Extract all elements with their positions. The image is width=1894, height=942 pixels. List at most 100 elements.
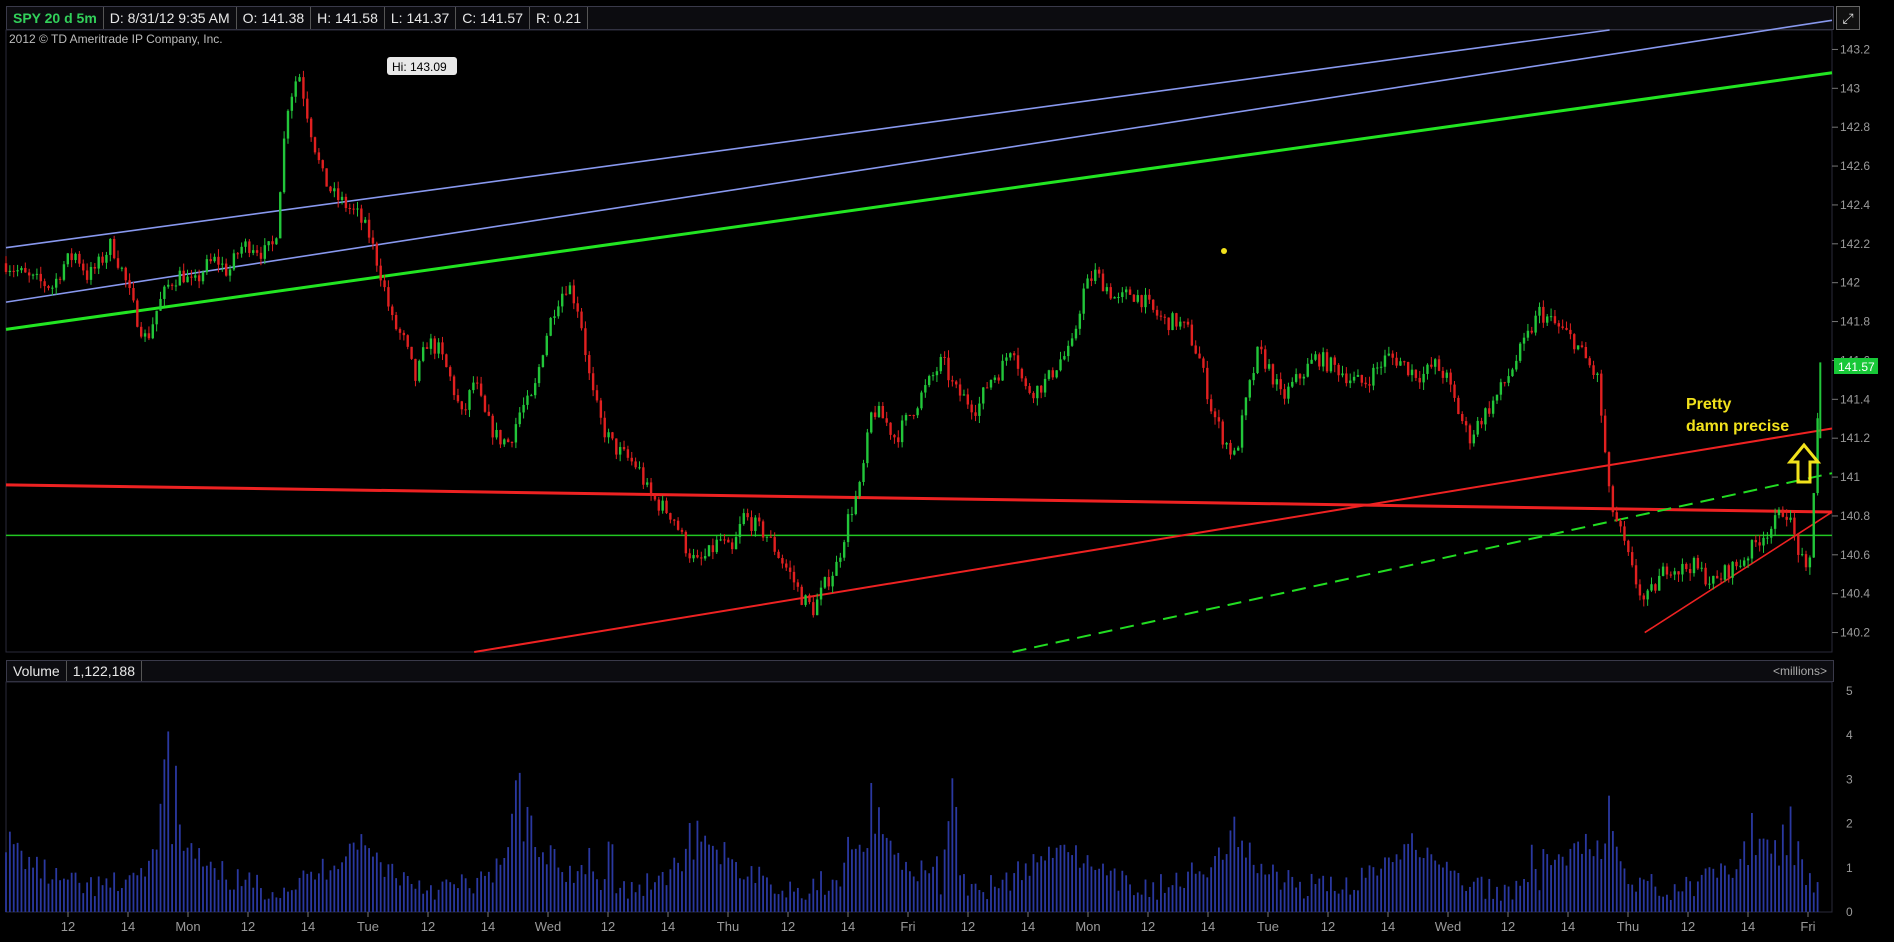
candle-body: [1661, 566, 1665, 576]
y-tick-label: 142.8: [1840, 120, 1870, 134]
candle-body: [1325, 352, 1329, 372]
candle-body: [618, 447, 622, 455]
candle-body: [1167, 317, 1170, 331]
candle-body: [927, 376, 931, 386]
candle-body: [580, 311, 583, 329]
callout-line-2: damn precise: [1686, 418, 1789, 435]
candle-body: [1762, 537, 1765, 546]
candle-body: [468, 390, 471, 410]
candle-body: [595, 390, 599, 401]
candle-body: [1422, 373, 1425, 383]
candle-body: [1515, 360, 1518, 370]
candle-body: [564, 293, 568, 295]
candle-body: [27, 272, 31, 276]
candle-body: [738, 523, 742, 538]
candle-body: [1298, 374, 1302, 379]
candle-body: [514, 424, 518, 443]
candle-body: [707, 545, 711, 557]
candle-body: [1082, 288, 1085, 314]
candle-body: [1437, 359, 1441, 371]
candle-body: [313, 137, 317, 153]
candle-body: [1549, 316, 1553, 318]
candle-body: [588, 355, 591, 374]
candle-body: [1677, 571, 1680, 575]
candle-body: [985, 387, 989, 389]
candle-body: [1302, 376, 1306, 379]
candle-body: [1043, 378, 1047, 393]
candle-body: [155, 310, 158, 325]
candle-body: [1206, 367, 1209, 400]
candle-body: [630, 457, 633, 462]
y-tick-label: 142.2: [1840, 237, 1870, 251]
candle-body: [723, 539, 726, 541]
candle-body: [812, 602, 815, 616]
candle-body: [1252, 373, 1255, 381]
candle-body: [286, 110, 290, 139]
candle-body: [537, 367, 541, 384]
candle-body: [1005, 357, 1008, 361]
candle-body: [827, 577, 830, 587]
candle-body: [1124, 289, 1128, 293]
candle-body: [530, 395, 533, 397]
candle-body: [839, 557, 842, 562]
candle-body: [1542, 306, 1545, 323]
candle-body: [1283, 389, 1286, 399]
candle-body: [58, 278, 62, 280]
candle-body: [1433, 359, 1437, 367]
candle-body: [750, 517, 753, 531]
candle-body: [1028, 386, 1031, 393]
price-chart[interactable]: 140.2140.4140.6140.8141141.2141.4141.614…: [0, 0, 1894, 942]
candle-body: [1399, 361, 1402, 366]
candle-body: [1047, 370, 1051, 379]
volume-header: Volume 1,122,188 <millions>: [6, 660, 1834, 682]
candle-body: [1333, 357, 1336, 365]
candle-body: [908, 414, 912, 416]
trendline-blue-lower[interactable]: [5, 19, 1833, 303]
candle-body: [1630, 552, 1634, 566]
candle-body: [1727, 565, 1730, 578]
candle-body: [897, 437, 900, 443]
candle-body: [1171, 313, 1174, 331]
candle-body: [136, 300, 139, 327]
candle-body: [634, 461, 637, 468]
candle-body: [1534, 315, 1537, 333]
candle-body: [82, 263, 85, 271]
candle-body: [66, 253, 70, 265]
candle-body: [553, 316, 556, 318]
candle-body: [727, 539, 730, 543]
candle-body: [1669, 574, 1673, 576]
candle-body: [1012, 353, 1016, 356]
candle-body: [900, 420, 904, 443]
candle-body: [236, 253, 239, 255]
candle-body: [835, 561, 838, 576]
candle-body: [89, 266, 93, 280]
candle-body: [1615, 512, 1618, 522]
trendline-red-wedge[interactable]: [1644, 511, 1833, 634]
trendline-green-dashed[interactable]: [1012, 472, 1833, 653]
candle-body: [935, 371, 939, 376]
candle-body: [1306, 363, 1309, 377]
candle-body: [178, 270, 182, 286]
candle-body: [406, 335, 409, 347]
candle-body: [676, 520, 680, 530]
candle-body: [1654, 584, 1657, 591]
candle-body: [765, 536, 769, 538]
candle-body: [939, 356, 942, 372]
candle-body: [1279, 379, 1282, 390]
candle-body: [1495, 394, 1499, 401]
candle-body: [924, 385, 927, 393]
candle-body: [1731, 561, 1734, 578]
candle-body: [1016, 355, 1020, 369]
candle-body: [1349, 380, 1352, 384]
candle-body: [1310, 359, 1313, 364]
candle-body: [309, 118, 313, 138]
candle-body: [607, 432, 610, 438]
candle-body: [336, 188, 340, 201]
trendline-red-horizontal[interactable]: [5, 483, 1833, 514]
candle-body: [1688, 569, 1692, 574]
candle-body: [1001, 360, 1004, 381]
candle-body: [958, 384, 962, 396]
candle-body: [1155, 309, 1159, 316]
candle-body: [1746, 558, 1750, 561]
candle-body: [1538, 306, 1541, 316]
